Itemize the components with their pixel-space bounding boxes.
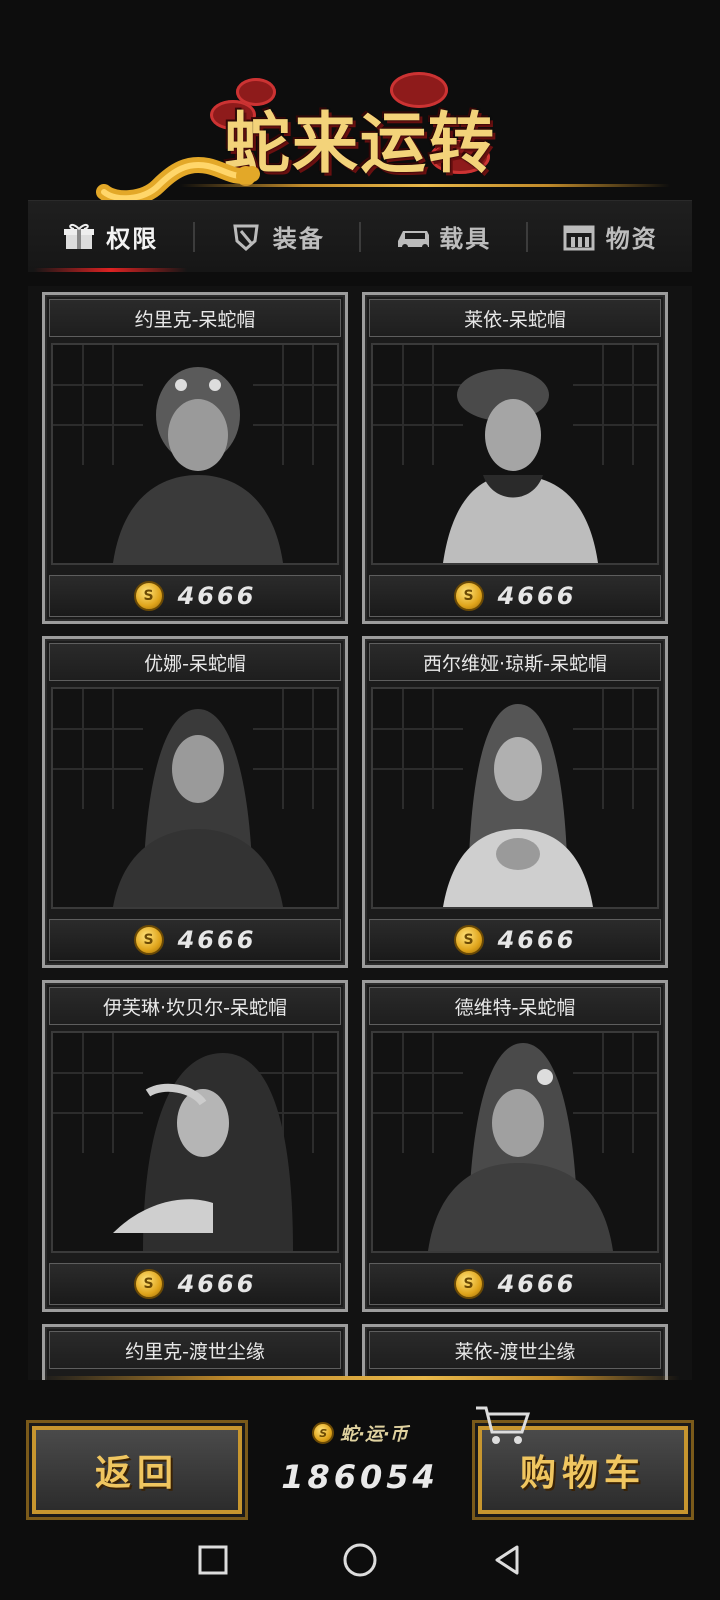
item-card[interactable]: 约里克-呆蛇帽 S 4666: [42, 292, 348, 624]
item-name: 伊芙琳·坎贝尔-呆蛇帽: [103, 996, 287, 1019]
item-price-bar: S 4666: [49, 575, 341, 617]
shopping-cart-icon: [476, 1406, 531, 1444]
tab-label: 装备: [272, 225, 325, 253]
snake-coin-icon: S: [453, 925, 484, 955]
home-icon[interactable]: [342, 1542, 378, 1578]
gift-box-icon: [62, 223, 96, 251]
back-button-label: 返回: [94, 1452, 179, 1494]
item-price-bar: S 4666: [49, 1263, 341, 1305]
banner-gold-divider: [180, 184, 670, 187]
item-price: 4666: [497, 926, 577, 954]
tab-supplies[interactable]: 物资: [528, 201, 693, 272]
item-name: 莱依-渡世尘缘: [454, 1340, 576, 1363]
item-price-bar: S 4666: [369, 919, 661, 961]
character-portrait: [51, 343, 339, 565]
item-price-bar: S 4666: [369, 575, 661, 617]
footer-gold-divider: [40, 1376, 680, 1380]
snake-coin-icon: S: [453, 581, 484, 611]
currency-label: 蛇·运·币: [340, 1424, 408, 1445]
category-tabs: 权限 装备 载具 物资: [28, 200, 692, 272]
item-title-bar: 莱依-呆蛇帽: [369, 299, 661, 337]
item-name: 约里克-呆蛇帽: [134, 308, 256, 331]
item-title-bar: 优娜-呆蛇帽: [49, 643, 341, 681]
shopping-cart-label: 购物车: [519, 1452, 646, 1494]
recent-apps-icon[interactable]: [197, 1544, 229, 1576]
item-card[interactable]: 约里克-渡世尘缘: [42, 1324, 348, 1380]
item-title-bar: 西尔维娅·琼斯-呆蛇帽: [369, 643, 661, 681]
snake-coin-icon: S: [453, 1269, 484, 1299]
tab-label: 物资: [605, 225, 658, 253]
snake-coin-icon: S: [312, 1422, 335, 1444]
crate-icon: [562, 223, 596, 251]
item-price: 4666: [177, 582, 257, 610]
currency-balance: S 蛇·运·币 186054: [258, 1420, 462, 1520]
item-card[interactable]: 莱依-呆蛇帽 S 4666: [362, 292, 668, 624]
tab-permissions[interactable]: 权限: [28, 201, 193, 272]
snake-coin-icon: S: [133, 925, 164, 955]
item-card[interactable]: 优娜-呆蛇帽 S 4666: [42, 636, 348, 968]
item-name: 优娜-呆蛇帽: [144, 652, 246, 675]
item-price-bar: S 4666: [369, 1263, 661, 1305]
item-grid[interactable]: 约里克-呆蛇帽 S 4666 莱依-呆蛇帽 S 4666 优娜-呆蛇帽 S 46…: [28, 286, 692, 1380]
snake-coin-icon: S: [133, 1269, 164, 1299]
character-portrait: [371, 1031, 659, 1253]
character-portrait: [51, 1031, 339, 1253]
item-card[interactable]: 西尔维娅·琼斯-呆蛇帽 S 4666: [362, 636, 668, 968]
car-icon: [395, 223, 430, 251]
item-card[interactable]: 莱依-渡世尘缘: [362, 1324, 668, 1380]
tab-vehicles[interactable]: 载具: [361, 201, 526, 272]
character-portrait: [51, 687, 339, 909]
item-card[interactable]: 德维特-呆蛇帽 S 4666: [362, 980, 668, 1312]
tab-label: 权限: [106, 225, 159, 253]
item-title-bar: 德维特-呆蛇帽: [369, 987, 661, 1025]
back-button[interactable]: 返回: [32, 1426, 242, 1514]
item-name: 约里克-渡世尘缘: [125, 1340, 265, 1363]
item-name: 德维特-呆蛇帽: [454, 996, 576, 1019]
item-title-bar: 约里克-渡世尘缘: [49, 1331, 341, 1369]
tab-label: 载具: [439, 225, 492, 253]
item-price-bar: S 4666: [49, 919, 341, 961]
item-price: 4666: [497, 582, 577, 610]
back-nav-icon[interactable]: [491, 1544, 523, 1576]
snake-coin-icon: S: [133, 581, 164, 611]
event-banner: 蛇来运转: [0, 0, 720, 207]
shield-icon: [229, 223, 263, 251]
character-portrait: [371, 343, 659, 565]
item-name: 西尔维娅·琼斯-呆蛇帽: [423, 652, 607, 675]
item-title-bar: 伊芙琳·坎贝尔-呆蛇帽: [49, 987, 341, 1025]
item-card[interactable]: 伊芙琳·坎贝尔-呆蛇帽 S 4666: [42, 980, 348, 1312]
item-price: 4666: [177, 1270, 257, 1298]
system-navigation-bar: [0, 1520, 720, 1600]
shopping-cart-button[interactable]: 购物车: [476, 1406, 688, 1514]
item-title-bar: 莱依-渡世尘缘: [369, 1331, 661, 1369]
currency-amount: 186054: [281, 1458, 439, 1496]
character-portrait: [371, 687, 659, 909]
tab-equipment[interactable]: 装备: [195, 201, 360, 272]
item-name: 莱依-呆蛇帽: [464, 308, 566, 331]
item-title-bar: 约里克-呆蛇帽: [49, 299, 341, 337]
item-price: 4666: [177, 926, 257, 954]
item-price: 4666: [497, 1270, 577, 1298]
